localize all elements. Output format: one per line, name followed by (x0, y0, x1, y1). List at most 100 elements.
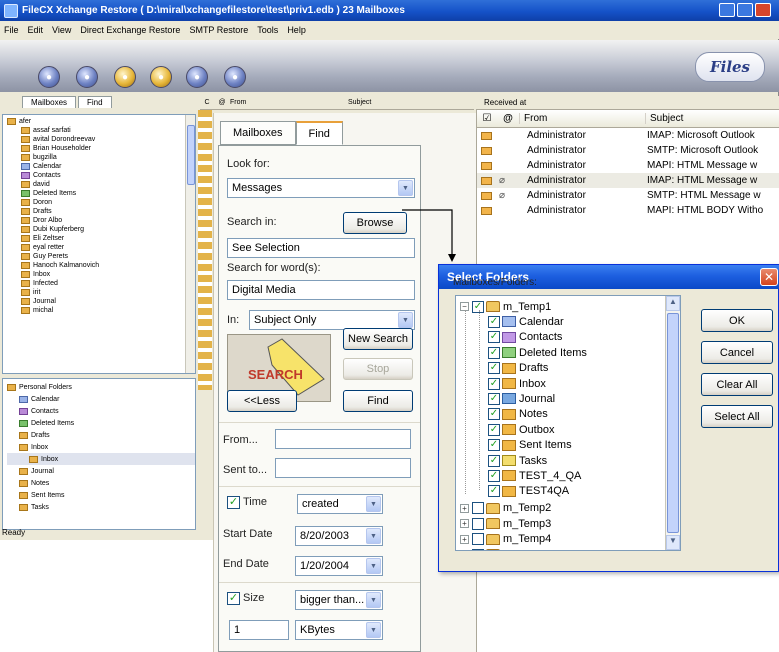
find-button[interactable]: Find (343, 390, 413, 412)
tab-mailboxes[interactable]: Mailboxes (22, 96, 77, 108)
folder-checkbox[interactable]: ✓ (472, 300, 484, 313)
folder-tree-node[interactable]: ✓ Deleted Items (488, 345, 587, 360)
expand-icon[interactable]: + (460, 503, 469, 513)
mailbox-tree-item[interactable]: Eli Zeltser (7, 234, 195, 243)
mailbox-tree-item[interactable]: afer (7, 117, 195, 126)
mailbox-tree-item[interactable]: Contacts (7, 171, 195, 180)
tab-find[interactable]: Find (295, 121, 343, 145)
ok-button[interactable]: OK (701, 309, 773, 332)
personal-folder-item[interactable]: Personal Folders (7, 381, 195, 393)
in-select[interactable]: Subject Only ▼ (249, 310, 415, 330)
personal-folder-item[interactable]: Journal (7, 465, 195, 477)
restore-icon[interactable]: ● (186, 66, 208, 88)
mailbox-tree-item[interactable]: Dubi Kupferberg (7, 225, 195, 234)
mailbox-tree-item[interactable]: david (7, 180, 195, 189)
folder-checkbox[interactable]: ✓ (488, 408, 500, 421)
folder-tree-node[interactable]: ✓ Journal (488, 391, 555, 406)
header-received-col[interactable]: Received at (484, 98, 526, 107)
folder-checkbox[interactable]: ✓ (488, 485, 500, 498)
chevron-down-icon[interactable]: ▼ (366, 496, 381, 512)
message-row[interactable]: ⌀ Administrator SMTP: HTML Message w (477, 188, 779, 203)
expand-icon[interactable]: + (460, 534, 469, 544)
mailbox-tree-scrollbar[interactable] (185, 115, 195, 373)
expand-icon[interactable]: + (460, 550, 469, 551)
open-store-icon[interactable]: ● (38, 66, 60, 88)
mailbox-tree-item[interactable]: Journal (7, 297, 195, 306)
mailbox-tree-item[interactable]: avital Dorondreevav (7, 135, 195, 144)
menu-tools[interactable]: Tools (257, 25, 278, 35)
header-from-col[interactable]: From (230, 99, 348, 106)
mailbox-tree-item[interactable]: assaf sarfati (7, 126, 195, 135)
header-attach-col[interactable]: @ (214, 99, 230, 106)
close-button[interactable] (755, 3, 771, 17)
search-words-input[interactable]: Digital Media (227, 280, 415, 300)
time-mode-select[interactable]: created ▼ (297, 494, 383, 514)
mailbox-tree-item[interactable]: Calendar (7, 162, 195, 171)
mailbox-icon[interactable]: ● (150, 66, 172, 88)
mailbox-tree[interactable]: afer assaf sarfati avital Dorondreevav Bria… (2, 114, 196, 374)
folder-checkbox[interactable] (472, 533, 484, 546)
header-subject-col[interactable]: Subject (348, 99, 371, 106)
folder-checkbox[interactable]: ✓ (488, 469, 500, 482)
select-all-button[interactable]: Select All (701, 405, 773, 428)
chevron-down-icon[interactable]: ▼ (366, 592, 381, 608)
folder-tree[interactable]: − ✓ m_Temp1 ✓ Calendar ✓ Contacts ✓ Deleted Item… (455, 295, 681, 551)
folder-tree-node[interactable]: ✓ Inbox (488, 376, 546, 391)
start-date-picker[interactable]: 8/20/2003 ▼ (295, 526, 383, 546)
folder-checkbox[interactable] (472, 548, 484, 550)
folder-tree-node[interactable]: ✓ Calendar (488, 314, 564, 329)
mailbox-tree-item[interactable]: Hanoch Kalmanovich (7, 261, 195, 270)
menu-view[interactable]: View (52, 25, 71, 35)
folder-checkbox[interactable]: ✓ (488, 346, 500, 359)
folder-checkbox[interactable]: ✓ (488, 377, 500, 390)
folder-tree-node[interactable]: + m_Temp3 (460, 516, 551, 531)
column-check[interactable]: ☑ (477, 113, 497, 124)
folder-checkbox[interactable]: ✓ (488, 423, 500, 436)
personal-folder-item[interactable]: Inbox (7, 453, 195, 465)
folder-tree-scrollbar[interactable]: ▲ ▼ (665, 296, 680, 550)
refresh-icon[interactable]: ● (76, 66, 98, 88)
message-row[interactable]: Administrator SMTP: Microsoft Outlook (477, 143, 779, 158)
personal-folder-item[interactable]: Drafts (7, 429, 195, 441)
minimize-button[interactable] (719, 3, 735, 17)
header-icon-col[interactable]: C (200, 99, 214, 106)
stop-button[interactable]: Stop (343, 358, 413, 380)
mailbox-tree-item[interactable]: Dror Albo (7, 216, 195, 225)
expand-icon[interactable]: + (460, 519, 469, 529)
tab-find[interactable]: Find (78, 96, 112, 108)
size-mode-select[interactable]: bigger than... ▼ (295, 590, 383, 610)
chevron-down-icon[interactable]: ▼ (366, 622, 381, 638)
browse-button[interactable]: Browse (343, 212, 407, 234)
menu-edit[interactable]: Edit (28, 25, 44, 35)
personal-folder-item[interactable]: Contacts (7, 405, 195, 417)
folder-tree-node[interactable]: + m_Temp4 (460, 532, 551, 547)
folder-tree-node[interactable]: ✓ TEST4QA (488, 484, 569, 499)
size-checkbox[interactable]: ✓ (227, 592, 240, 605)
mailbox-tree-item[interactable]: bugzilla (7, 153, 195, 162)
mailbox-tree-item[interactable]: Brian Householder (7, 144, 195, 153)
column-from[interactable]: From (519, 113, 645, 124)
personal-folders-tree[interactable]: Personal Folders Calendar Contacts Deleted … (2, 378, 196, 530)
size-value-input[interactable]: 1 (229, 620, 289, 640)
folder-checkbox[interactable]: ✓ (488, 454, 500, 467)
folder-tree-node[interactable]: − ✓ m_Temp1 (460, 299, 551, 314)
folder-tree-node[interactable]: + m_Temp5 (460, 547, 551, 551)
mailbox-tree-item[interactable]: eyal retter (7, 243, 195, 252)
folder-tree-node[interactable]: ✓ Outbox (488, 422, 554, 437)
chevron-down-icon[interactable]: ▼ (398, 312, 413, 328)
from-input[interactable] (275, 429, 411, 449)
message-row[interactable]: Administrator MAPI: HTML Message w (477, 158, 779, 173)
mailbox-tree-item[interactable]: michal (7, 306, 195, 315)
message-row[interactable]: Administrator IMAP: Microsoft Outlook (477, 128, 779, 143)
sent-to-input[interactable] (275, 458, 411, 478)
menu-help[interactable]: Help (287, 25, 306, 35)
folder-checkbox[interactable]: ✓ (488, 392, 500, 405)
folder-checkbox[interactable]: ✓ (488, 439, 500, 452)
folder-tree-node[interactable]: ✓ Tasks (488, 453, 547, 468)
message-row[interactable]: ⌀ Administrator IMAP: HTML Message w (477, 173, 779, 188)
personal-folder-item[interactable]: Sent Items (7, 489, 195, 501)
clear-all-button[interactable]: Clear All (701, 373, 773, 396)
less-button[interactable]: <<Less (227, 390, 297, 412)
look-for-select[interactable]: Messages ▼ (227, 178, 415, 198)
folder-tree-node[interactable]: + m_Temp2 (460, 501, 551, 516)
